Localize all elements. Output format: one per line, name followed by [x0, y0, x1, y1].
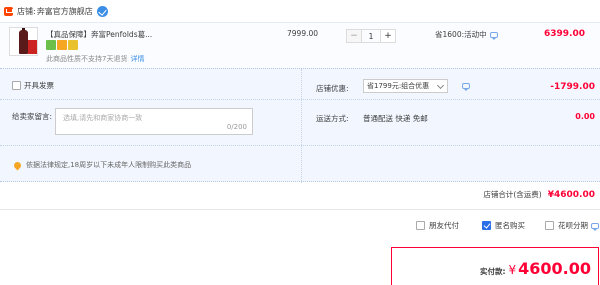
payment-amount: 4600.00: [518, 259, 591, 278]
return-policy-note: 此商品性质不支持7天退货 详情: [46, 54, 144, 64]
installment-checkbox[interactable]: [545, 221, 554, 230]
subtotal-label: 店铺合计(含运费): [483, 190, 542, 199]
store-discount-label: 店铺优惠:: [316, 84, 349, 93]
gift-box-shape: [28, 40, 37, 54]
panel-divider-horizontal: [0, 99, 600, 100]
promotion-info: 省1600:活动中: [435, 29, 498, 40]
panel-divider-horizontal: [0, 145, 600, 146]
card-badge-icon[interactable]: [57, 40, 67, 50]
quantity-decrease-button[interactable]: −: [346, 29, 362, 43]
return-policy-text: 此商品性质不支持7天退货: [46, 55, 128, 63]
installment-label: 花呗分期: [558, 221, 588, 230]
bottle-shape: [19, 30, 28, 54]
verified-badge-icon[interactable]: [96, 5, 108, 17]
shipping-label: 运送方式:: [316, 114, 349, 123]
shop-label: 店铺:: [17, 6, 36, 16]
invoice-label: 开具发票: [24, 81, 54, 90]
store-discount-select[interactable]: 省1799元:组合优惠: [363, 79, 448, 93]
chat-icon[interactable]: [489, 31, 498, 40]
store-discount-selected: 省1799元:组合优惠: [367, 82, 430, 90]
subtotal-amount: ¥4600.00: [547, 190, 595, 200]
payment-currency: ¥: [508, 263, 517, 277]
shop-header: 店铺: 奔富官方旗舰店: [0, 0, 600, 22]
product-title-link[interactable]: 【真品保障】奔富Penfolds葛...: [46, 29, 152, 40]
chat-icon[interactable]: [591, 222, 599, 231]
message-label: 给卖家留言:: [12, 112, 53, 121]
anonymous-purchase-label: 匿名购买: [495, 221, 525, 230]
anonymous-purchase-option[interactable]: 匿名购买: [482, 220, 525, 231]
payment-options-bar: 朋友代付 匿名购买 花呗分期: [0, 209, 600, 237]
product-thumbnail[interactable]: [9, 27, 38, 56]
shipping-fee: 0.00: [575, 112, 595, 121]
legal-notice-text: 依据法律规定,18周岁以下未成年人限制购买此类商品: [26, 161, 192, 169]
quantity-increase-button[interactable]: +: [380, 29, 396, 43]
item-line-total: 6399.00: [544, 29, 585, 39]
payment-total: 实付款: ¥ 4600.00: [480, 259, 591, 278]
order-item-row: 【真品保障】奔富Penfolds葛... 此商品性质不支持7天退货 详情 7999…: [0, 22, 600, 68]
quantity-stepper: − 1 +: [346, 29, 396, 43]
payment-summary-box: 实付款: ¥ 4600.00: [391, 247, 599, 285]
shipping-method: 普通配送 快递 免邮: [363, 114, 428, 123]
friend-pay-label: 朋友代付: [429, 221, 459, 230]
seller-message-textarea[interactable]: 选填,请先和商家协商一致 0/200: [55, 108, 253, 135]
legal-notice: 依据法律规定,18周岁以下未成年人限制购买此类商品: [12, 160, 192, 170]
payment-label: 实付款:: [479, 267, 506, 276]
chevron-down-icon: [436, 81, 445, 90]
installment-option[interactable]: 花呗分期: [545, 220, 599, 231]
service-badges: [46, 40, 78, 50]
chat-icon[interactable]: [462, 83, 470, 91]
invoice-checkbox[interactable]: [12, 81, 21, 90]
message-char-counter: 0/200: [226, 123, 247, 131]
store-discount-amount: -1799.00: [550, 82, 595, 92]
anonymous-purchase-checkbox[interactable]: [482, 221, 491, 230]
quantity-input[interactable]: 1: [362, 29, 380, 43]
invoice-option[interactable]: 开具发票: [12, 80, 54, 91]
order-options-panel: 开具发票 给卖家留言: 选填,请先和商家协商一致 0/200 依据法律规定,18…: [0, 68, 600, 183]
promotion-text: 省1600:活动中: [435, 30, 487, 39]
guarantee-badge-icon[interactable]: [68, 40, 78, 50]
shop-icon: [4, 6, 13, 16]
friend-pay-checkbox[interactable]: [416, 221, 425, 230]
pin-icon: [12, 160, 23, 170]
service-badge-icon[interactable]: [46, 40, 56, 50]
friend-pay-option[interactable]: 朋友代付: [416, 220, 459, 231]
store-subtotal: 店铺合计(含运费) ¥4600.00: [483, 189, 595, 200]
shop-name-link[interactable]: 奔富官方旗舰店: [37, 6, 93, 17]
return-policy-detail-link[interactable]: 详情: [130, 55, 144, 63]
unit-price: 7999.00: [287, 29, 319, 38]
panel-divider-vertical: [301, 69, 302, 183]
message-placeholder: 选填,请先和商家协商一致: [63, 114, 143, 122]
